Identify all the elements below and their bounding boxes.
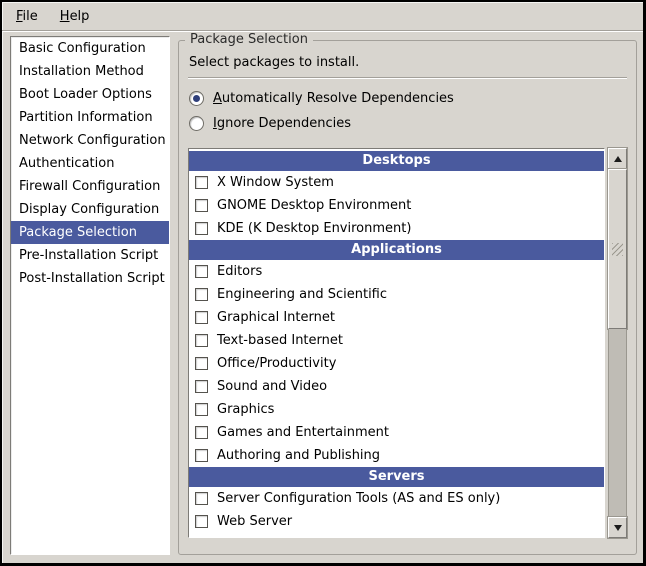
checkbox-icon[interactable] xyxy=(195,492,208,505)
package-row-engineering-scientific[interactable]: Engineering and Scientific xyxy=(189,283,604,306)
checkbox-icon[interactable] xyxy=(195,403,208,416)
sidebar-item-network-configuration[interactable]: Network Configuration xyxy=(11,129,169,152)
sidebar-item-boot-loader-options[interactable]: Boot Loader Options xyxy=(11,83,169,106)
checkbox-icon[interactable] xyxy=(195,199,208,212)
package-row-editors[interactable]: Editors xyxy=(189,260,604,283)
checkbox-icon[interactable] xyxy=(195,265,208,278)
sidebar-item-installation-method[interactable]: Installation Method xyxy=(11,60,169,83)
scroll-up-button[interactable] xyxy=(608,148,627,169)
package-row-web-server[interactable]: Web Server xyxy=(189,510,604,533)
checkbox-icon[interactable] xyxy=(195,288,208,301)
description-label: Select packages to install. xyxy=(189,55,627,70)
radio-auto-resolve-label: Automatically Resolve Dependencies xyxy=(213,91,454,106)
separator xyxy=(188,77,627,79)
radio-auto-resolve-dependencies[interactable]: Automatically Resolve Dependencies xyxy=(189,86,627,111)
sidebar-item-basic-configuration[interactable]: Basic Configuration xyxy=(11,37,169,60)
package-selection-frame: Package Selection Select packages to ins… xyxy=(178,40,637,555)
checkbox-icon[interactable] xyxy=(195,426,208,439)
package-row-office-productivity[interactable]: Office/Productivity xyxy=(189,352,604,375)
sidebar-nav: Basic Configuration Installation Method … xyxy=(10,36,170,555)
scrollbar-trough[interactable] xyxy=(608,329,627,517)
checkbox-icon[interactable] xyxy=(195,334,208,347)
package-row-graphical-internet[interactable]: Graphical Internet xyxy=(189,306,604,329)
radio-ignore-dependencies[interactable]: Ignore Dependencies xyxy=(189,111,627,136)
radio-ignore-deps-label: Ignore Dependencies xyxy=(213,116,351,131)
checkbox-icon[interactable] xyxy=(195,515,208,528)
package-row-text-based-internet[interactable]: Text-based Internet xyxy=(189,329,604,352)
package-list: Desktops X Window System GNOME Desktop E… xyxy=(188,148,605,538)
checkbox-icon[interactable] xyxy=(195,222,208,235)
sidebar-item-authentication[interactable]: Authentication xyxy=(11,152,169,175)
scroll-down-icon xyxy=(614,525,622,531)
menubar: File Help xyxy=(2,2,643,31)
radio-button-icon[interactable] xyxy=(189,116,204,131)
package-row-graphics[interactable]: Graphics xyxy=(189,398,604,421)
package-row-gnome-desktop[interactable]: GNOME Desktop Environment xyxy=(189,194,604,217)
package-row-sound-and-video[interactable]: Sound and Video xyxy=(189,375,604,398)
package-row-authoring-publishing[interactable]: Authoring and Publishing xyxy=(189,444,604,467)
sidebar-item-display-configuration[interactable]: Display Configuration xyxy=(11,198,169,221)
sidebar-item-pre-installation-script[interactable]: Pre-Installation Script xyxy=(11,244,169,267)
section-header-applications: Applications xyxy=(189,240,604,260)
thumb-grip-icon xyxy=(612,243,623,256)
sidebar-item-post-installation-script[interactable]: Post-Installation Script xyxy=(11,267,169,290)
scrollbar-thumb[interactable] xyxy=(608,169,627,329)
checkbox-icon[interactable] xyxy=(195,449,208,462)
app-window: File Help Basic Configuration Installati… xyxy=(0,0,646,566)
sidebar-item-firewall-configuration[interactable]: Firewall Configuration xyxy=(11,175,169,198)
checkbox-icon[interactable] xyxy=(195,176,208,189)
main-content: Basic Configuration Installation Method … xyxy=(2,31,643,563)
checkbox-icon[interactable] xyxy=(195,357,208,370)
checkbox-icon[interactable] xyxy=(195,380,208,393)
package-row-games-entertainment[interactable]: Games and Entertainment xyxy=(189,421,604,444)
sidebar-item-package-selection[interactable]: Package Selection xyxy=(11,221,169,244)
sidebar-item-partition-information[interactable]: Partition Information xyxy=(11,106,169,129)
scroll-up-icon xyxy=(614,156,622,162)
menu-help[interactable]: Help xyxy=(50,5,100,28)
radio-button-icon[interactable] xyxy=(189,91,204,106)
checkbox-icon[interactable] xyxy=(195,311,208,324)
scroll-down-button[interactable] xyxy=(608,517,627,538)
vertical-scrollbar[interactable] xyxy=(608,148,627,538)
package-row-x-window-system[interactable]: X Window System xyxy=(189,171,604,194)
package-list-scrolled-window: Desktops X Window System GNOME Desktop E… xyxy=(188,148,627,538)
frame-title: Package Selection xyxy=(185,32,313,47)
package-row-server-configuration-tools[interactable]: Server Configuration Tools (AS and ES on… xyxy=(189,487,604,510)
section-header-desktops: Desktops xyxy=(189,151,604,171)
package-row-kde-desktop[interactable]: KDE (K Desktop Environment) xyxy=(189,217,604,240)
menu-file[interactable]: File xyxy=(6,5,48,28)
section-header-servers: Servers xyxy=(189,467,604,487)
